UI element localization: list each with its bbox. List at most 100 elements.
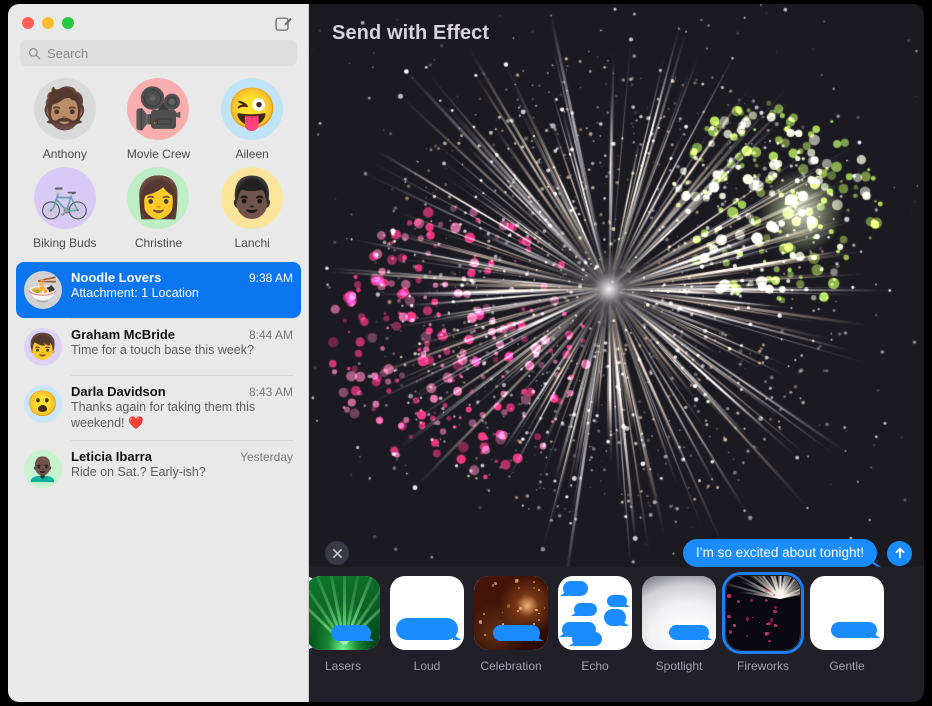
conversation-body: Darla Davidson 8:43 AM Thanks again for ta… — [71, 384, 293, 431]
effect-label: Lasers — [325, 659, 361, 673]
pinned-conversation[interactable]: 👩 Christine — [112, 167, 206, 250]
avatar-glyph: 👩 — [134, 178, 184, 218]
effect-option[interactable]: Spotlight — [637, 576, 721, 673]
conversation-list-item[interactable]: 👦 Graham McBride 8:44 AM Time for a touch b… — [16, 319, 301, 375]
avatar-glyph: 👨🏿‍🦲 — [27, 457, 58, 482]
pinned-conversation-label: Anthony — [43, 147, 87, 161]
effect-thumbnail[interactable] — [810, 576, 884, 650]
avatar: 👨🏿‍🦲 — [24, 450, 62, 488]
effects-tray[interactable]: Lasers Loud Celebration Echo Spotlight Firewo… — [309, 567, 924, 702]
conversation-timestamp: 8:44 AM — [249, 328, 293, 342]
pinned-conversation-label: Christine — [135, 236, 182, 250]
conversation-timestamp: 9:38 AM — [249, 271, 293, 285]
conversation-list-item[interactable]: 😮 Darla Davidson 8:43 AM Thanks again for t… — [16, 376, 301, 440]
sidebar: 🧔🏽 Anthony 🎥 Movie Crew 😜 Aileen 🚲 Biking Buds 👩… — [8, 4, 309, 702]
effect-label: Fireworks — [737, 659, 789, 673]
conversation-body: Graham McBride 8:44 AM Time for a touch ba… — [71, 327, 293, 359]
minimize-window-button[interactable] — [42, 17, 54, 29]
conversation-body: Noodle Lovers 9:38 AM Attachment: 1 Locati… — [71, 270, 293, 302]
outgoing-message-bubble: I’m so excited about tonight! — [683, 539, 877, 567]
conversation-name: Leticia Ibarra — [71, 449, 152, 464]
messages-window: 🧔🏽 Anthony 🎥 Movie Crew 😜 Aileen 🚲 Biking Buds 👩… — [8, 4, 924, 702]
conversation-list: 🍜 Noodle Lovers 9:38 AM Attachment: 1 Locat… — [8, 256, 309, 497]
close-window-button[interactable] — [22, 17, 34, 29]
effect-stage[interactable]: Send with Effect — [309, 4, 924, 576]
avatar-glyph: 🍜 — [27, 278, 58, 303]
search-icon — [28, 47, 41, 60]
avatar: 🚲 — [34, 167, 96, 229]
effect-thumbnail[interactable] — [642, 576, 716, 650]
pinned-conversation-label: Aileen — [235, 147, 268, 161]
conversation-header: Darla Davidson 8:43 AM — [71, 384, 293, 399]
conversation-header: Leticia Ibarra Yesterday — [71, 449, 293, 464]
avatar: 🎥 — [127, 78, 189, 140]
pinned-conversation[interactable]: 👨🏿 Lanchi — [205, 167, 299, 250]
close-icon — [332, 548, 343, 559]
avatar-glyph: 😮 — [27, 392, 58, 417]
avatar: 😜 — [221, 78, 283, 140]
search-field[interactable] — [20, 40, 297, 66]
avatar: 👦 — [24, 328, 62, 366]
conversation-body: Leticia Ibarra Yesterday Ride on Sat.? Ear… — [71, 449, 293, 481]
conversation-preview: Attachment: 1 Location — [71, 286, 293, 302]
effect-thumbnail[interactable] — [390, 576, 464, 650]
effect-label: Gentle — [829, 659, 864, 673]
effect-thumbnail[interactable] — [558, 576, 632, 650]
avatar-glyph: 🚲 — [40, 178, 90, 218]
compose-icon — [275, 15, 293, 33]
avatar-glyph: 🎥 — [134, 89, 184, 129]
send-button[interactable] — [887, 541, 912, 566]
pinned-conversation-label: Biking Buds — [33, 236, 96, 250]
effect-thumbnail[interactable] — [474, 576, 548, 650]
pinned-conversations: 🧔🏽 Anthony 🎥 Movie Crew 😜 Aileen 🚲 Biking Buds 👩… — [8, 66, 309, 256]
traffic-lights — [22, 17, 74, 29]
conversation-header: Graham McBride 8:44 AM — [71, 327, 293, 342]
effect-preview-panel: Send with Effect I’m so excited about to… — [309, 4, 924, 702]
avatar-glyph: 👨🏿 — [227, 178, 277, 218]
avatar-glyph: 👦 — [27, 335, 58, 360]
search-container — [8, 40, 309, 66]
zoom-window-button[interactable] — [62, 17, 74, 29]
effect-label: Spotlight — [656, 659, 703, 673]
message-preview-row: I’m so excited about tonight! — [309, 530, 924, 576]
avatar-glyph: 🧔🏽 — [40, 89, 90, 129]
search-input[interactable] — [47, 46, 289, 61]
avatar: 😮 — [24, 385, 62, 423]
fireworks-animation — [309, 4, 924, 576]
pinned-conversation[interactable]: 😜 Aileen — [205, 78, 299, 161]
effect-option[interactable]: Fireworks — [721, 576, 805, 673]
conversation-preview: Time for a touch base this week? — [71, 343, 293, 359]
avatar: 👨🏿 — [221, 167, 283, 229]
pinned-conversation[interactable]: 🚲 Biking Buds — [18, 167, 112, 250]
pinned-conversation[interactable]: 🧔🏽 Anthony — [18, 78, 112, 161]
effect-label: Celebration — [480, 659, 541, 673]
conversation-name: Noodle Lovers — [71, 270, 161, 285]
effect-thumbnail[interactable] — [726, 576, 800, 650]
conversation-header: Noodle Lovers 9:38 AM — [71, 270, 293, 285]
page-title: Send with Effect — [332, 22, 489, 45]
conversation-name: Darla Davidson — [71, 384, 166, 399]
effect-option[interactable]: Lasers — [309, 576, 385, 673]
effect-label: Loud — [414, 659, 441, 673]
conversation-list-item[interactable]: 👨🏿‍🦲 Leticia Ibarra Yesterday Ride on Sat.?… — [16, 441, 301, 497]
effect-option[interactable]: Celebration — [469, 576, 553, 673]
conversation-name: Graham McBride — [71, 327, 175, 342]
compose-message-button[interactable] — [273, 13, 295, 35]
effect-option[interactable]: Loud — [385, 576, 469, 673]
pinned-conversation-label: Lanchi — [234, 236, 269, 250]
effect-option[interactable]: Echo — [553, 576, 637, 673]
avatar: 👩 — [127, 167, 189, 229]
conversation-preview: Thanks again for taking them this weeken… — [71, 400, 293, 431]
effect-label: Echo — [581, 659, 608, 673]
effect-thumbnail[interactable] — [309, 576, 380, 650]
title-bar — [8, 4, 309, 40]
conversation-timestamp: Yesterday — [240, 450, 293, 464]
conversation-list-item[interactable]: 🍜 Noodle Lovers 9:38 AM Attachment: 1 Locat… — [16, 262, 301, 318]
avatar-glyph: 😜 — [227, 89, 277, 129]
pinned-conversation[interactable]: 🎥 Movie Crew — [112, 78, 206, 161]
close-effect-button[interactable] — [325, 541, 349, 565]
avatar: 🧔🏽 — [34, 78, 96, 140]
avatar: 🍜 — [24, 271, 62, 309]
effect-option[interactable]: Gentle — [805, 576, 889, 673]
pinned-conversation-label: Movie Crew — [127, 147, 190, 161]
